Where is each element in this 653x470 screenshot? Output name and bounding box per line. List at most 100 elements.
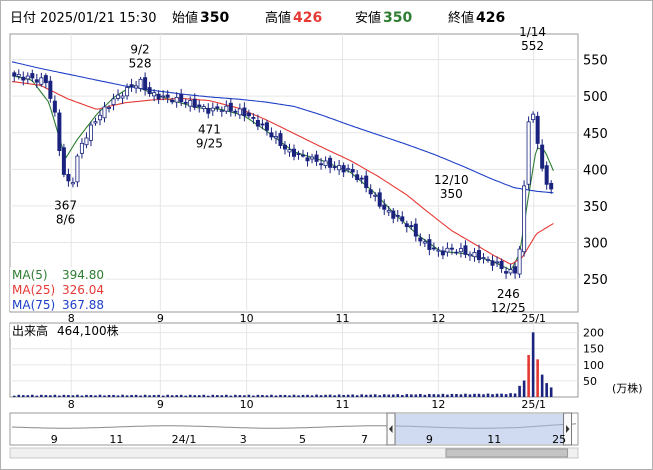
volume-bar: [337, 394, 341, 397]
price-tick-label: 300: [583, 237, 608, 252]
candle-body: [21, 76, 26, 81]
candle-body: [319, 163, 324, 166]
volume-x-tick-label: 25/1: [521, 398, 546, 411]
candle-body: [472, 252, 477, 258]
volume-bar: [49, 395, 52, 397]
volume-bar: [58, 395, 61, 397]
volume-x-tick-label: 12: [431, 398, 445, 411]
volume-bar: [143, 394, 147, 397]
volume-bar: [53, 394, 57, 397]
legend-ma5-value: 394.80: [62, 268, 104, 282]
candle-body: [183, 101, 188, 104]
volume-bar: [545, 383, 548, 397]
legend-ma25-name: MA(25): [12, 283, 55, 297]
candle-body: [57, 112, 62, 152]
annotation: 9/2528: [129, 43, 152, 71]
volume-bar: [509, 393, 512, 397]
candle-body: [413, 223, 418, 237]
candle: [75, 153, 80, 187]
volume-bar: [98, 394, 102, 397]
volume-bar: [85, 394, 88, 397]
volume-bar: [491, 394, 494, 397]
candle-body: [364, 175, 369, 189]
date-label: 日付: [10, 11, 36, 26]
candle-body: [355, 174, 360, 180]
volume-bar: [274, 395, 278, 397]
volume-bar: [229, 395, 233, 397]
candle-body: [404, 223, 409, 228]
navigator-tick-label: 9: [426, 433, 433, 446]
candle-body: [549, 182, 554, 190]
candle: [522, 180, 527, 257]
open-label: 始値: [172, 10, 198, 26]
volume-unit: (万株): [612, 381, 643, 395]
candle-body: [107, 107, 112, 109]
close-value: 426: [476, 10, 505, 26]
candle-body: [111, 98, 116, 106]
volume-bar: [148, 395, 151, 397]
candle-body: [116, 94, 121, 99]
volume-bar: [252, 395, 255, 397]
navigator-window[interactable]: [391, 414, 568, 444]
candle-body: [30, 73, 35, 79]
volume-bar: [80, 395, 84, 397]
volume-bar: [193, 395, 197, 397]
legend-ma5-name: MA(5): [12, 268, 48, 282]
annotation-top: 1/14: [519, 25, 546, 39]
volume-bar: [179, 394, 183, 397]
volume-x-tick-label: 9: [157, 398, 164, 411]
navigator-left-handle[interactable]: [386, 412, 396, 446]
volume-bar: [116, 395, 120, 397]
candle-body: [165, 94, 170, 98]
candle-body: [323, 160, 328, 167]
navigator-tick-label: 25: [552, 433, 566, 446]
volume-bar: [21, 395, 25, 397]
volume-bar: [279, 394, 282, 397]
volume-bar: [206, 395, 210, 397]
scrollbar-thumb[interactable]: [445, 448, 569, 458]
volume-bar: [531, 332, 535, 397]
volume-bar: [134, 394, 138, 397]
volume-bar: [459, 394, 463, 397]
candle-body: [215, 106, 220, 109]
volume-bar: [130, 394, 133, 397]
volume-bar: [333, 395, 336, 397]
candle-body: [273, 136, 278, 139]
candle: [535, 111, 540, 150]
candle-body: [332, 166, 337, 169]
volume-bar: [125, 395, 129, 397]
candle: [517, 245, 522, 278]
volume-bar: [522, 380, 526, 397]
candle-body: [395, 215, 400, 217]
volume-bar: [107, 394, 111, 397]
annotation: 1/14552: [519, 25, 546, 53]
volume-bar: [197, 395, 201, 397]
volume-bar: [234, 394, 237, 397]
candle-body: [201, 106, 206, 110]
candle-body: [219, 110, 224, 112]
volume-bar: [324, 394, 327, 397]
annotation-top: 9/2: [130, 43, 149, 57]
volume-bar: [112, 394, 115, 397]
volume-bar: [31, 394, 34, 397]
volume-bar: [270, 394, 273, 397]
volume-bar: [297, 395, 300, 397]
volume-bar: [382, 394, 386, 397]
candle-body: [84, 137, 89, 146]
candle-body: [197, 104, 202, 108]
candle: [57, 109, 62, 157]
volume-bar: [432, 394, 436, 397]
volume-x-axis: 8 9 10 11 12 25/1: [68, 398, 546, 411]
candle-body: [147, 87, 152, 95]
candle-body: [449, 247, 454, 250]
volume-bar: [527, 355, 530, 397]
price-tick-label: 400: [583, 163, 608, 178]
candle-body: [291, 148, 296, 157]
candle-body: [386, 210, 391, 213]
candle-body: [269, 132, 274, 138]
annotation-top: 246: [497, 287, 520, 301]
volume-bar: [355, 395, 359, 397]
volume-bar: [342, 394, 345, 397]
candle-body: [129, 84, 134, 88]
volume-legend-value: 464,100株: [57, 323, 119, 338]
